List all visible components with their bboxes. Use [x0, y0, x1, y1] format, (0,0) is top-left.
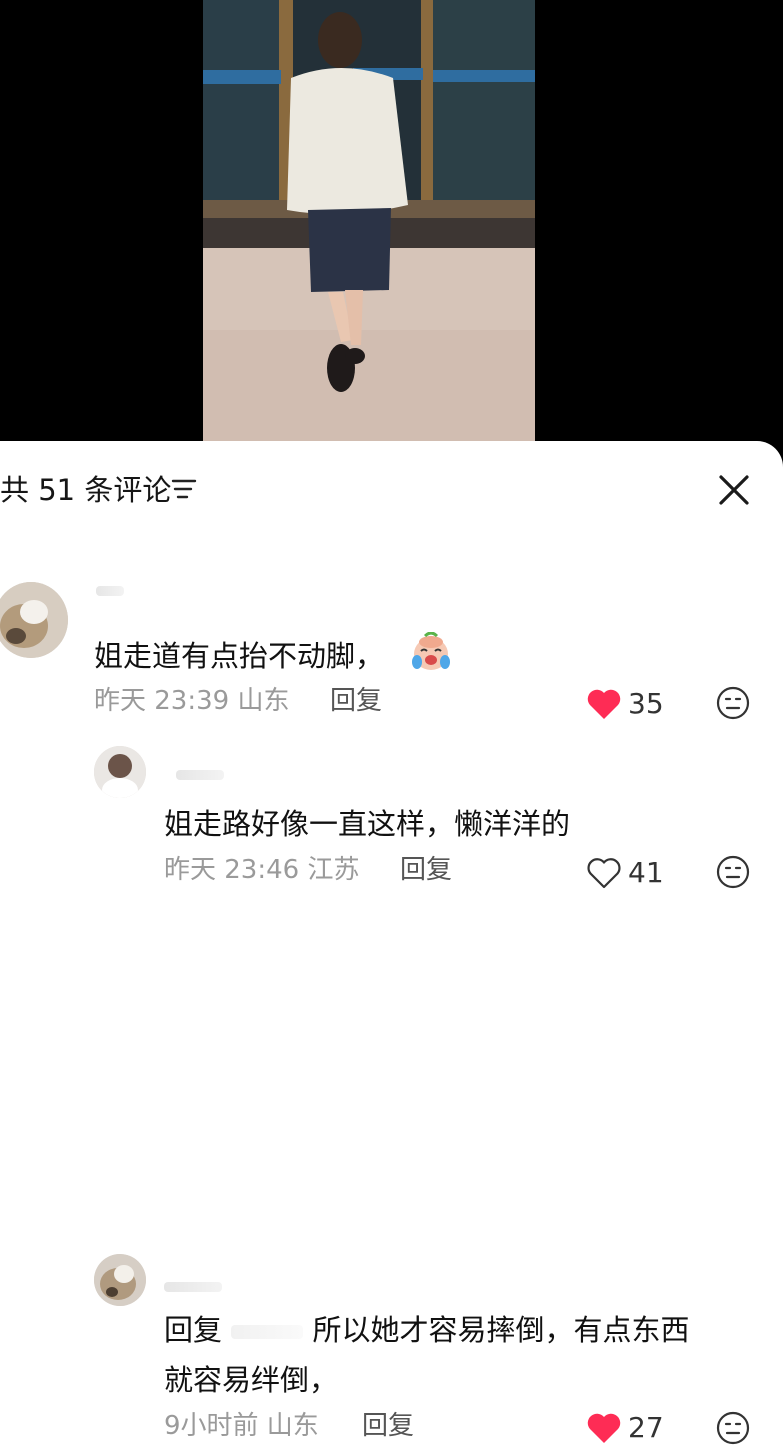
username-blurred[interactable] — [164, 1282, 222, 1292]
dislike-face-icon[interactable] — [716, 1411, 750, 1445]
username-blurred[interactable] — [96, 586, 124, 596]
close-icon[interactable] — [716, 472, 752, 508]
dislike-face-icon[interactable] — [716, 686, 750, 720]
like-button[interactable]: 35 — [586, 686, 664, 722]
comment-text: 姐走道有点抬不动脚， — [94, 639, 385, 673]
avatar[interactable] — [94, 746, 146, 798]
replied-username-blurred[interactable] — [231, 1325, 304, 1339]
reply-prefix: 回复 — [164, 1313, 223, 1347]
comment-meta: 9小时前 山东 — [164, 1411, 319, 1441]
filter-icon[interactable] — [171, 477, 197, 501]
like-button[interactable]: 41 — [586, 855, 664, 891]
comment-text-line2: 就容易绊倒， — [164, 1363, 339, 1397]
reply-button[interactable]: 回复 — [400, 852, 452, 888]
heart-filled-icon — [587, 689, 621, 719]
like-count: 41 — [628, 856, 664, 889]
comments-count-title: 共 51 条评论 — [0, 473, 172, 507]
comment-text: 回复 所以她才容易摔倒，有点东西 — [164, 1310, 689, 1350]
heart-filled-icon — [587, 1413, 621, 1443]
video-player[interactable] — [203, 0, 535, 442]
reply-button[interactable]: 回复 — [362, 1408, 414, 1444]
comment-meta: 昨天 23:46 江苏 — [164, 855, 360, 885]
crying-emoji-icon — [412, 632, 450, 670]
dislike-face-icon[interactable] — [716, 855, 750, 889]
reply-button[interactable]: 回复 — [330, 683, 382, 719]
comment-text-line1: 所以她才容易摔倒，有点东西 — [312, 1313, 690, 1347]
like-count: 27 — [628, 1411, 664, 1444]
username-blurred[interactable] — [176, 770, 224, 780]
like-count: 35 — [628, 687, 664, 720]
avatar[interactable] — [94, 1254, 146, 1306]
comment-meta: 昨天 23:39 山东 — [94, 686, 290, 716]
heart-outline-icon — [587, 858, 621, 889]
comment-text: 姐走路好像一直这样，懒洋洋的 — [164, 807, 571, 841]
like-button[interactable]: 27 — [586, 1410, 664, 1446]
video-frame — [203, 0, 535, 442]
